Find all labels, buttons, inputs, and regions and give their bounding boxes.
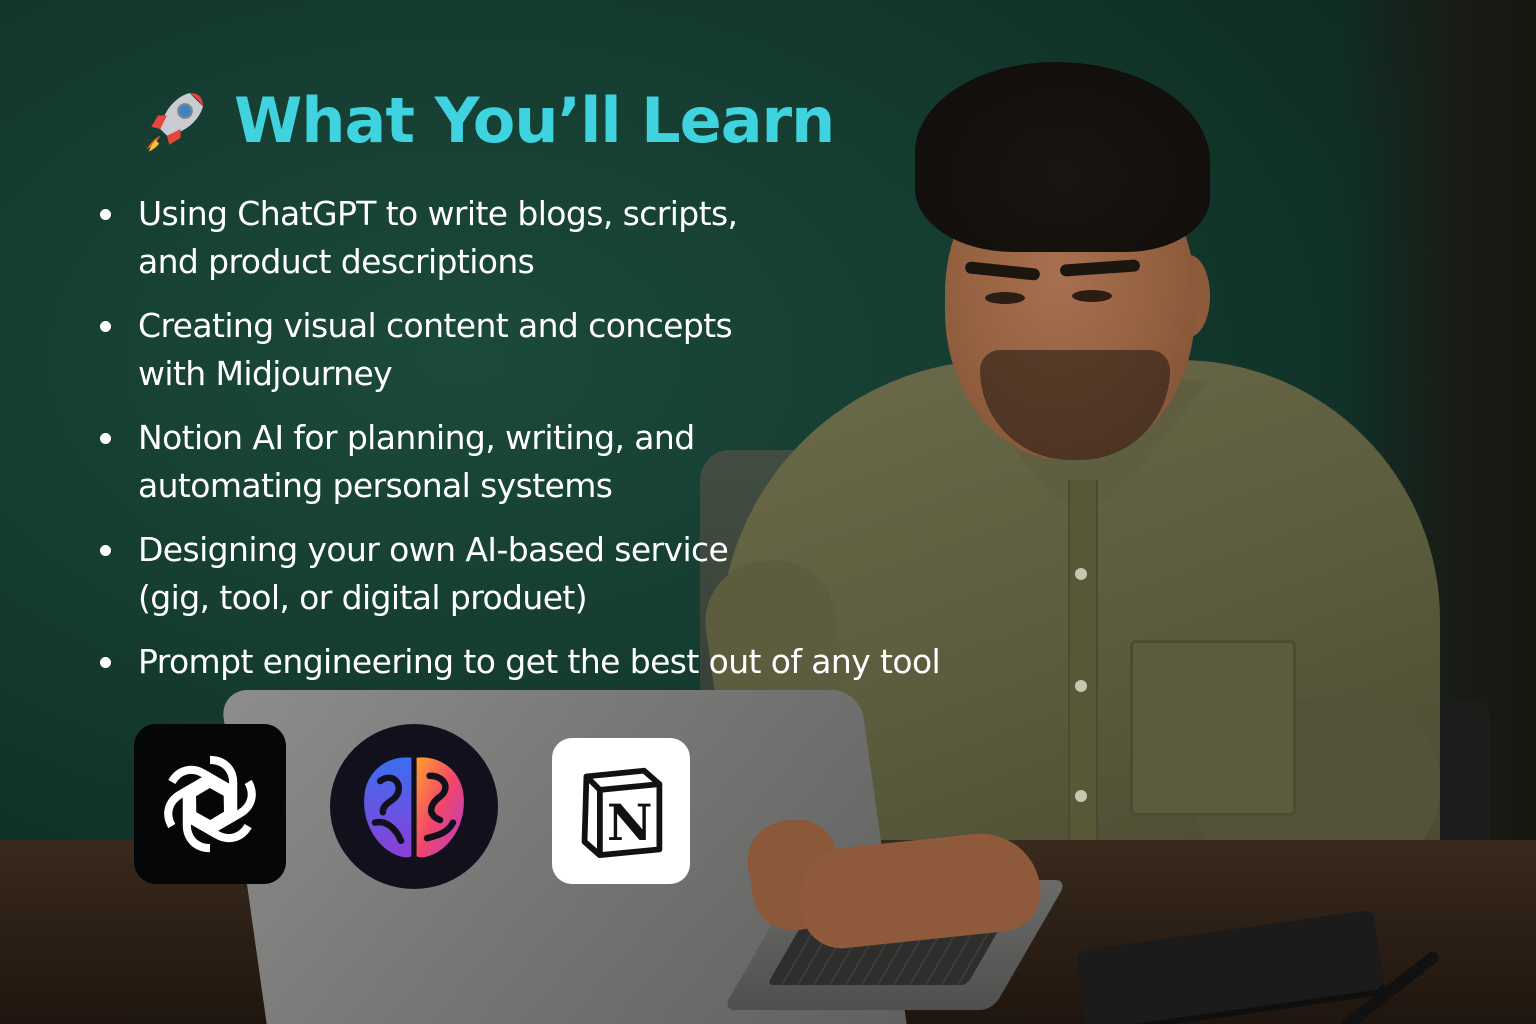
chatgpt-logo-icon — [164, 755, 256, 853]
list-item: Using ChatGPT to write blogs, scripts, a… — [96, 190, 1036, 286]
bullet-dot — [100, 209, 111, 220]
list-item-line: Creating visual content and concepts — [138, 306, 733, 345]
banner: What You’ll Learn Using ChatGPT to write… — [0, 0, 1536, 1024]
list-item: Creating visual content and concepts wit… — [96, 302, 1036, 398]
bullet-dot — [100, 545, 111, 556]
list-item-line: with Midjourney — [138, 354, 393, 393]
list-item-line: Notion AI for planning, writing, and — [138, 418, 695, 457]
bullet-dot — [100, 321, 111, 332]
right-eye — [1072, 290, 1112, 302]
midjourney-brain-logo-icon — [364, 756, 464, 857]
midjourney-logo — [330, 724, 498, 889]
list-item: Prompt engineering to get the best out o… — [96, 638, 1036, 686]
shirt-button — [1075, 568, 1087, 580]
list-item-line: (gig, tool, or digital produet) — [138, 578, 588, 617]
bullet-dot — [100, 657, 111, 668]
shirt-button — [1075, 680, 1087, 692]
list-item: Notion AI for planning, writing, and aut… — [96, 414, 1036, 510]
rocket-icon — [146, 93, 203, 152]
list-item-line: automating personal systems — [138, 466, 613, 505]
notion-logo-icon: N — [581, 767, 663, 859]
list-item-line: Designing your own AI-based service — [138, 530, 729, 569]
bullet-dot — [100, 433, 111, 444]
notion-glyph: N — [607, 793, 653, 852]
shirt-placket — [1068, 480, 1098, 860]
learning-list: Using ChatGPT to write blogs, scripts, a… — [96, 190, 1036, 702]
section-heading: What You’ll Learn — [140, 80, 835, 160]
shirt-button — [1075, 790, 1087, 802]
list-item-line: and product descriptions — [138, 242, 535, 281]
heading-title: What You’ll Learn — [234, 83, 835, 157]
list-item-line: Using ChatGPT to write blogs, scripts, — [138, 194, 738, 233]
list-item-line: Prompt engineering to get the best out o… — [138, 642, 941, 681]
chatgpt-logo — [134, 724, 286, 884]
list-item: Designing your own AI-based service (gig… — [96, 526, 1036, 622]
notion-logo: N — [552, 738, 690, 884]
shirt-pocket — [1130, 640, 1296, 816]
